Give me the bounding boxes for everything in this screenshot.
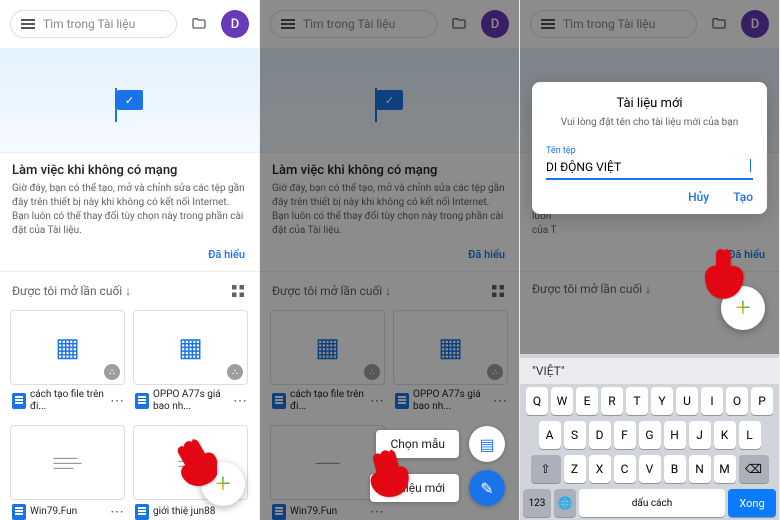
menu-icon[interactable] xyxy=(541,23,555,25)
folder-button[interactable] xyxy=(705,10,733,38)
hero-title: Làm việc khi không có mạng xyxy=(12,163,247,178)
grid-view-icon[interactable] xyxy=(229,282,247,300)
key-v[interactable]: V xyxy=(639,455,661,483)
shared-badge: ⛬ xyxy=(227,364,243,380)
keyboard: "VIỆT" QWERTYUIOP ASDFGHJKL ⇧ZXCVBNM⌫ 12… xyxy=(520,354,779,520)
search-box[interactable]: Tìm trong Tài liệu xyxy=(10,10,177,38)
dialog-subtitle: Vui lòng đặt tên cho tài liệu mới của bạ… xyxy=(546,117,753,128)
filename-input[interactable]: DI ĐỘNG VIỆT xyxy=(546,157,753,180)
key-backspace[interactable]: ⌫ xyxy=(739,455,769,483)
filename-label: Tên tệp xyxy=(546,146,576,156)
pointer-annotation xyxy=(171,434,217,490)
search-placeholder: Tìm trong Tài liệu xyxy=(563,17,655,31)
key-i[interactable]: I xyxy=(701,387,723,415)
key-k[interactable]: K xyxy=(714,421,736,449)
section-label[interactable]: Được tôi mở lần cuối ↓ xyxy=(12,284,131,298)
flag-icon xyxy=(377,90,403,110)
keyboard-suggestion[interactable]: "VIỆT" xyxy=(520,358,779,384)
pen-icon: ✎ xyxy=(469,470,505,506)
folder-button[interactable] xyxy=(445,10,473,38)
key-m[interactable]: M xyxy=(714,455,736,483)
key-n[interactable]: N xyxy=(689,455,711,483)
search-placeholder: Tìm trong Tài liệu xyxy=(43,17,135,31)
section-label[interactable]: Được tôi mở lần cuối ↓ xyxy=(272,284,391,298)
hero-title: Làm việc khi không có mạng xyxy=(272,163,507,178)
pointer-annotation xyxy=(363,444,409,500)
avatar[interactable]: D xyxy=(741,10,769,38)
grid-view-icon[interactable] xyxy=(489,282,507,300)
flag-icon xyxy=(117,90,143,110)
hero-banner xyxy=(0,48,259,153)
got-it-button[interactable]: Đã hiểu xyxy=(0,248,259,271)
folder-button[interactable] xyxy=(185,10,213,38)
docs-icon xyxy=(135,393,149,409)
key-w[interactable]: W xyxy=(551,387,573,415)
got-it-button[interactable]: Đã hiểu xyxy=(260,248,519,271)
key-q[interactable]: Q xyxy=(526,387,548,415)
shared-badge: ⛬ xyxy=(104,364,120,380)
key-t[interactable]: T xyxy=(626,387,648,415)
doc-card[interactable]: ▦⛬ OPPO A77s giá bao nh...⋯ xyxy=(393,310,508,417)
hero-banner xyxy=(260,48,519,153)
menu-icon[interactable] xyxy=(21,23,35,25)
key-s[interactable]: S xyxy=(564,421,586,449)
hero-body: Giờ đây, bạn có thể tạo, mở và chỉnh sửa… xyxy=(272,182,507,238)
avatar[interactable]: D xyxy=(221,10,249,38)
docs-icon xyxy=(135,504,149,520)
key-c[interactable]: C xyxy=(614,455,636,483)
search-box[interactable]: Tìm trong Tài liệu xyxy=(530,10,697,38)
hero-body: Giờ đây, bạn có thể tạo, mở và chỉnh sửa… xyxy=(12,182,247,238)
key-u[interactable]: U xyxy=(676,387,698,415)
plus-icon: + xyxy=(216,469,231,499)
doc-card[interactable]: ▦⛬ cách tạo file trên đi...⋯ xyxy=(270,310,385,417)
doc-card[interactable]: ▦⛬ OPPO A77s giá bao nh...⋯ xyxy=(133,310,248,417)
pointer-annotation xyxy=(703,245,749,301)
doc-card[interactable]: ▦⛬ cách tạo file trên đi...⋯ xyxy=(10,310,125,417)
avatar[interactable]: D xyxy=(481,10,509,38)
section-label[interactable]: Được tôi mở lần cuối ↓ xyxy=(532,282,651,296)
doc-card[interactable]: ▬▬▬▬▬▬▬▬▬▬▬▬▬▬▬▬▬▬ Win79.Fun⋯ xyxy=(10,425,125,520)
key-x[interactable]: X xyxy=(589,455,611,483)
menu-icon[interactable] xyxy=(281,23,295,25)
key-f[interactable]: F xyxy=(614,421,636,449)
more-icon[interactable]: ⋯ xyxy=(110,504,123,520)
more-icon[interactable]: ⋯ xyxy=(233,393,246,409)
key-numbers[interactable]: 123 xyxy=(523,489,551,517)
dialog-title: Tài liệu mới xyxy=(546,96,753,111)
key-y[interactable]: Y xyxy=(651,387,673,415)
docs-icon xyxy=(12,393,26,409)
key-a[interactable]: A xyxy=(539,421,561,449)
key-o[interactable]: O xyxy=(726,387,748,415)
key-shift[interactable]: ⇧ xyxy=(531,455,561,483)
key-done[interactable]: Xong xyxy=(728,489,776,517)
create-button[interactable]: Tạo xyxy=(733,190,753,204)
key-l[interactable]: L xyxy=(739,421,761,449)
search-placeholder: Tìm trong Tài liệu xyxy=(303,17,395,31)
template-icon: ▤ xyxy=(469,426,505,462)
key-h[interactable]: H xyxy=(664,421,686,449)
key-z[interactable]: Z xyxy=(564,455,586,483)
key-e[interactable]: E xyxy=(576,387,598,415)
more-icon[interactable]: ⋯ xyxy=(110,393,123,409)
key-r[interactable]: R xyxy=(601,387,623,415)
key-space[interactable]: dấu cách xyxy=(579,489,725,517)
key-b[interactable]: B xyxy=(664,455,686,483)
new-doc-dialog: Tài liệu mới Vui lòng đặt tên cho tài li… xyxy=(532,82,767,214)
cancel-button[interactable]: Hủy xyxy=(688,190,709,204)
key-p[interactable]: P xyxy=(751,387,773,415)
key-j[interactable]: J xyxy=(689,421,711,449)
key-d[interactable]: D xyxy=(589,421,611,449)
search-box[interactable]: Tìm trong Tài liệu xyxy=(270,10,437,38)
key-g[interactable]: G xyxy=(639,421,661,449)
docs-icon xyxy=(12,504,26,520)
key-globe[interactable]: 🌐 xyxy=(554,489,576,517)
